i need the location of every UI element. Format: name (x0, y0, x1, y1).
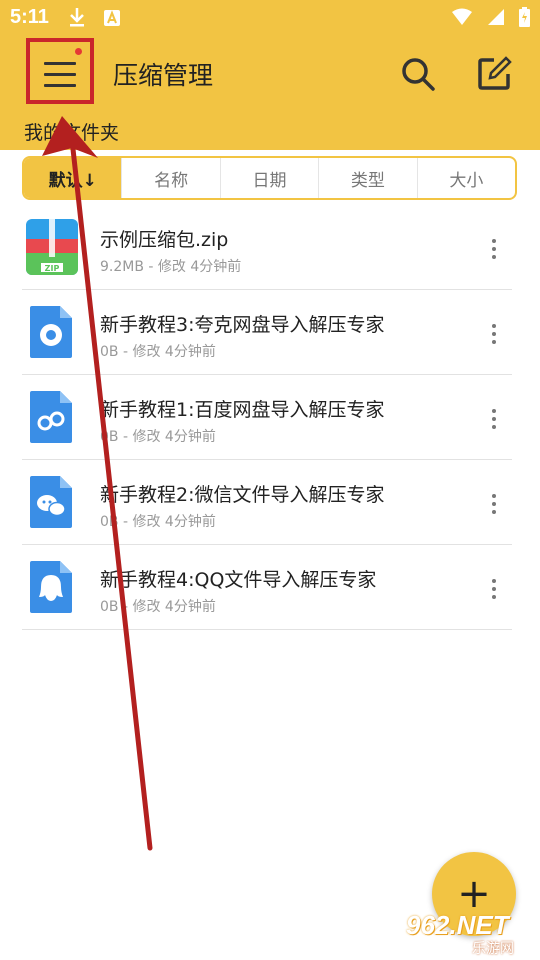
list-item[interactable]: 新手教程4:QQ文件导入解压专家 0B - 修改 4分钟前 (22, 545, 512, 630)
watermark-logo: 962.NET 乐游网 (400, 910, 538, 958)
list-item[interactable]: 新手教程2:微信文件导入解压专家 0B - 修改 4分钟前 (22, 460, 512, 545)
file-name: 新手教程2:微信文件导入解压专家 (100, 484, 385, 506)
more-options-icon[interactable] (492, 239, 496, 263)
quark-doc-icon (30, 306, 72, 358)
wifi-icon (452, 8, 472, 25)
sort-tab-type[interactable]: 类型 (318, 158, 416, 198)
status-right-icons (451, 7, 530, 27)
more-options-icon[interactable] (492, 409, 496, 433)
wechat-doc-icon (30, 476, 72, 528)
menu-button[interactable] (26, 38, 94, 104)
svg-text:ZIP: ZIP (45, 264, 60, 273)
sort-tab-date[interactable]: 日期 (219, 158, 318, 198)
battery-icon (519, 7, 530, 27)
a-app-icon (104, 10, 120, 26)
breadcrumb[interactable]: 我的文件夹 (24, 118, 119, 145)
more-options-icon[interactable] (492, 494, 496, 518)
watermark-sub: 乐游网 (472, 941, 514, 957)
file-meta: 0B - 修改 4分钟前 (100, 344, 216, 360)
file-name: 新手教程4:QQ文件导入解压专家 (100, 569, 377, 591)
file-name: 示例压缩包.zip (100, 229, 229, 251)
file-name: 新手教程1:百度网盘导入解压专家 (100, 399, 385, 421)
list-item[interactable]: 新手教程1:百度网盘导入解压专家 0B - 修改 4分钟前 (22, 375, 512, 460)
search-icon[interactable] (400, 56, 436, 92)
file-name: 新手教程3:夸克网盘导入解压专家 (100, 314, 385, 336)
sort-bar: 默认↓ 名称 日期 类型 大小 (22, 156, 517, 200)
baidu-doc-icon (30, 391, 72, 443)
signal-icon (488, 9, 504, 25)
status-time: 5:11 (10, 6, 49, 28)
file-list: ZIP 示例压缩包.zip 9.2MB - 修改 4分钟前 新手教程3:夸克网盘… (0, 205, 540, 630)
status-bar: 5:11 (0, 0, 540, 36)
app-header: 5:11 压缩管理 我的文件夹 (0, 0, 540, 150)
edit-icon[interactable] (476, 56, 512, 92)
page-title: 压缩管理 (113, 61, 214, 90)
download-icon (70, 8, 84, 27)
sort-tab-name[interactable]: 名称 (121, 158, 219, 198)
more-options-icon[interactable] (492, 324, 496, 348)
qq-doc-icon (30, 561, 72, 613)
watermark-text: 962.NET (406, 910, 509, 940)
file-meta: 9.2MB - 修改 4分钟前 (100, 259, 242, 275)
list-item[interactable]: 新手教程3:夸克网盘导入解压专家 0B - 修改 4分钟前 (22, 290, 512, 375)
zip-archive-icon: ZIP (26, 219, 78, 275)
hamburger-menu-icon (44, 62, 76, 95)
more-options-icon[interactable] (492, 579, 496, 603)
sort-tab-default[interactable]: 默认↓ (24, 158, 122, 198)
file-meta: 0B - 修改 4分钟前 (100, 514, 216, 530)
file-meta: 0B - 修改 4分钟前 (100, 429, 216, 445)
sort-tab-size[interactable]: 大小 (416, 158, 515, 198)
list-item[interactable]: ZIP 示例压缩包.zip 9.2MB - 修改 4分钟前 (22, 205, 512, 290)
notification-dot (75, 48, 82, 55)
file-meta: 0B - 修改 4分钟前 (100, 599, 216, 615)
